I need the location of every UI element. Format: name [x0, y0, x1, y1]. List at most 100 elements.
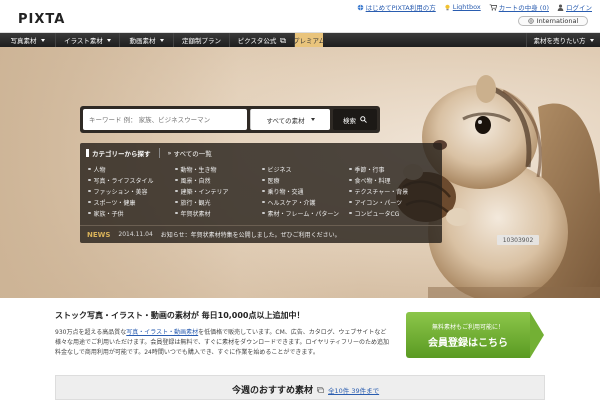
- top-links: はじめてPIXTA利用の方 Lightbox カートの中身 (0) ログイン: [357, 2, 592, 12]
- news-label: NEWS: [87, 230, 111, 239]
- nav-subscription-label: 定額制プラン: [182, 37, 221, 45]
- category-item[interactable]: 動物・生き物: [175, 165, 262, 174]
- nav-official-label: ピクスタ公式: [237, 37, 277, 45]
- lightbox-link[interactable]: Lightbox: [444, 3, 481, 11]
- recommended-title: 今週のおすすめ素材: [232, 386, 314, 396]
- cart-link-label: カートの中身 (0): [498, 4, 549, 12]
- category-item[interactable]: 写真・ライフスタイル: [88, 176, 175, 185]
- language-label: International: [536, 17, 579, 25]
- news-link[interactable]: お知らせ：年賀状素材特集を公開しました。ぜひご利用ください。: [161, 230, 341, 239]
- nav-sell[interactable]: 素材を売りたい方: [526, 33, 600, 47]
- category-item-label: 動物・生き物: [180, 166, 217, 174]
- category-item[interactable]: アイコン・パーツ: [349, 198, 436, 207]
- nav-photo-label: 写真素材: [10, 37, 37, 45]
- category-panel: カテゴリーから探す » すべての一覧 人物 動物・生き物 ビジネス 季節・行事写真・ラ…: [80, 143, 442, 243]
- pixta-logo[interactable]: PIXTA: [18, 12, 65, 27]
- category-item[interactable]: 季節・行事: [349, 165, 436, 174]
- recommended-header: 今週のおすすめ素材 全10件 39件まで: [232, 383, 379, 396]
- category-item[interactable]: 素材・フレーム・パターン: [262, 209, 349, 218]
- bullet-icon: [88, 211, 91, 215]
- bullet-icon: [349, 211, 352, 215]
- register-button[interactable]: 無料素材もご利用可能に！ 会員登録はこちら: [406, 312, 544, 358]
- register-sub-label: 無料素材もご利用可能に！: [431, 323, 504, 331]
- category-item[interactable]: ファッション・美容: [88, 187, 175, 196]
- category-item[interactable]: 旅行・観光: [175, 198, 262, 207]
- bullet-icon: [175, 200, 178, 204]
- site-header: PIXTA はじめてPIXTA利用の方 Lightbox カートの中身 (0) …: [0, 0, 600, 33]
- help-link[interactable]: はじめてPIXTA利用の方: [357, 2, 436, 12]
- material-type-select[interactable]: すべての素材: [250, 109, 330, 130]
- category-item-label: 旅行・観光: [180, 199, 211, 207]
- photo-id-badge[interactable]: 10303902: [497, 235, 539, 245]
- cart-icon: [489, 4, 497, 10]
- category-item-label: 家族・子供: [93, 210, 124, 218]
- caret-down-icon: [159, 38, 164, 42]
- nav-official[interactable]: ピクスタ公式: [230, 33, 295, 47]
- bullet-icon: [349, 189, 352, 193]
- nav-sell-label: 素材を売りたい方: [533, 37, 586, 45]
- category-item-label: スポーツ・健康: [93, 199, 136, 207]
- category-item[interactable]: 年賀状素材: [175, 209, 262, 218]
- category-item[interactable]: 家族・子供: [88, 209, 175, 218]
- bullet-icon: [262, 167, 265, 171]
- tab-all-list[interactable]: » すべての一覧: [168, 148, 212, 158]
- bullet-icon: [175, 167, 178, 171]
- main-nav: 写真素材 イラスト素材 動画素材 定額制プラン ピクスタ公式 プレミアム 素材を…: [0, 33, 600, 47]
- bullet-icon: [262, 189, 265, 193]
- category-item[interactable]: ビジネス: [262, 165, 349, 174]
- globe-icon: [357, 4, 363, 10]
- globe-icon: [528, 18, 534, 24]
- external-window-icon: [280, 37, 287, 43]
- help-link-label: はじめてPIXTA利用の方: [365, 4, 436, 12]
- tab-all-list-label: すべての一覧: [173, 150, 212, 158]
- category-item[interactable]: スポーツ・健康: [88, 198, 175, 207]
- category-item[interactable]: 医療: [262, 176, 349, 185]
- category-item[interactable]: 乗り物・交通: [262, 187, 349, 196]
- category-item[interactable]: 人物: [88, 165, 175, 174]
- language-selector[interactable]: International: [518, 16, 588, 26]
- recommended-count-link[interactable]: 全10件 39件まで: [328, 385, 379, 395]
- category-item[interactable]: テクスチャー・背景: [349, 187, 436, 196]
- bullet-icon: [349, 200, 352, 204]
- bullet-icon: [88, 178, 91, 182]
- nav-illustration-label: イラスト素材: [64, 37, 103, 45]
- category-item[interactable]: 風景・自然: [175, 176, 262, 185]
- category-item-label: 建築・インテリア: [180, 188, 229, 196]
- bullet-icon: [88, 167, 91, 171]
- nav-video-label: 動画素材: [129, 37, 156, 45]
- nav-subscription[interactable]: 定額制プラン: [174, 33, 230, 47]
- category-item[interactable]: 食べ物・料理: [349, 176, 436, 185]
- search-input[interactable]: [83, 109, 247, 130]
- category-item[interactable]: コンピュータCG: [349, 209, 436, 218]
- category-item-label: ファッション・美容: [93, 188, 148, 196]
- bullet-icon: [175, 211, 178, 215]
- category-item-label: ヘルスケア・介護: [267, 199, 316, 207]
- promo-title: ストック写真・イラスト・動画の素材が 毎日10,000点以上追加中！: [55, 311, 305, 320]
- bullet-icon: [349, 167, 352, 171]
- caret-down-icon: [40, 38, 45, 42]
- category-item-label: 乗り物・交通: [267, 188, 304, 196]
- category-item-label: 医療: [267, 177, 280, 185]
- nav-video[interactable]: 動画素材: [120, 33, 174, 47]
- nav-premium[interactable]: プレミアム: [293, 33, 325, 47]
- category-item-label: 季節・行事: [354, 166, 385, 174]
- cart-link[interactable]: カートの中身 (0): [489, 2, 549, 12]
- category-item-label: 食べ物・料理: [354, 177, 391, 185]
- tab-categories-label: カテゴリーから探す: [92, 150, 151, 158]
- tab-categories[interactable]: カテゴリーから探す: [86, 148, 151, 158]
- search-bar: すべての素材 検索: [80, 106, 380, 133]
- promo-body-link[interactable]: 写真・イラスト・動画素材: [126, 329, 198, 336]
- register-main-label: 会員登録はこちら: [428, 337, 508, 349]
- category-item-label: 年賀状素材: [180, 210, 211, 218]
- category-item-label: テクスチャー・背景: [354, 188, 409, 196]
- news-bar: NEWS 2014.11.04 お知らせ：年賀状素材特集を公開しました。ぜひご利…: [80, 225, 442, 243]
- category-item[interactable]: 建築・インテリア: [175, 187, 262, 196]
- category-item-label: アイコン・パーツ: [354, 199, 403, 207]
- nav-illustration[interactable]: イラスト素材: [56, 33, 120, 47]
- search-button[interactable]: 検索: [333, 109, 377, 130]
- bullet-icon: [88, 189, 91, 193]
- category-item[interactable]: ヘルスケア・介護: [262, 198, 349, 207]
- nav-photo[interactable]: 写真素材: [0, 33, 56, 47]
- login-link[interactable]: ログイン: [557, 2, 592, 12]
- register-button-body: 無料素材もご利用可能に！ 会員登録はこちら: [406, 312, 530, 358]
